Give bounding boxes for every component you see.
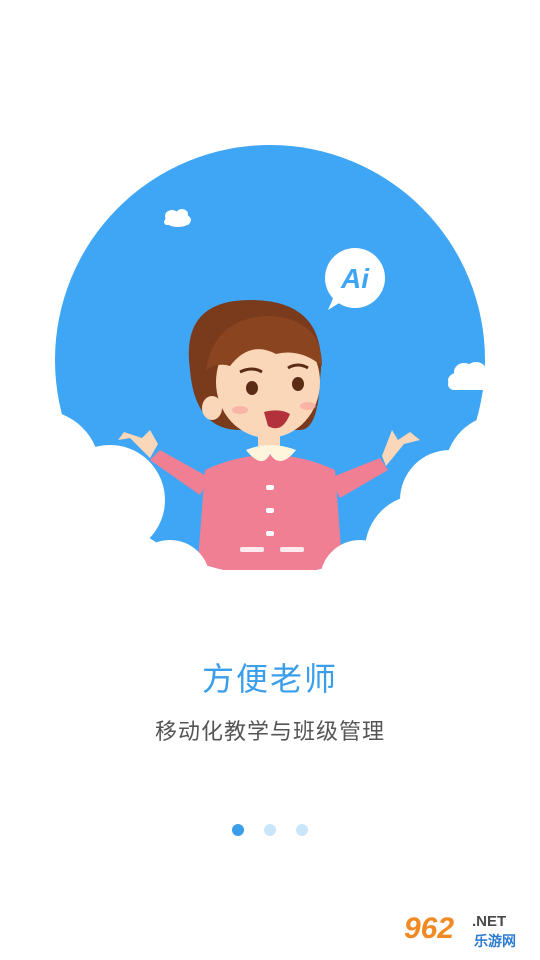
watermark-suffix: .NET: [472, 913, 506, 930]
watermark-number: 962: [404, 912, 454, 945]
small-cloud-left: [164, 209, 191, 227]
962-net-watermark: 962 .NET 乐游网: [400, 906, 532, 952]
ai-logo-text: Ai: [340, 263, 370, 294]
page-indicator: [0, 824, 540, 836]
page-dot-1[interactable]: [232, 824, 244, 836]
onboarding-screen: Ai 方便老师 移动化教学与班级管理 962 .NET 乐游网: [0, 0, 540, 960]
page-title: 方便老师: [201, 660, 338, 698]
page-dot-3[interactable]: [296, 824, 308, 836]
watermark-text: 乐游网: [474, 933, 516, 950]
page-dot-2[interactable]: [264, 824, 276, 836]
page-subtitle: 移动化教学与班级管理: [154, 720, 385, 745]
hero-illustration: Ai: [0, 145, 540, 600]
